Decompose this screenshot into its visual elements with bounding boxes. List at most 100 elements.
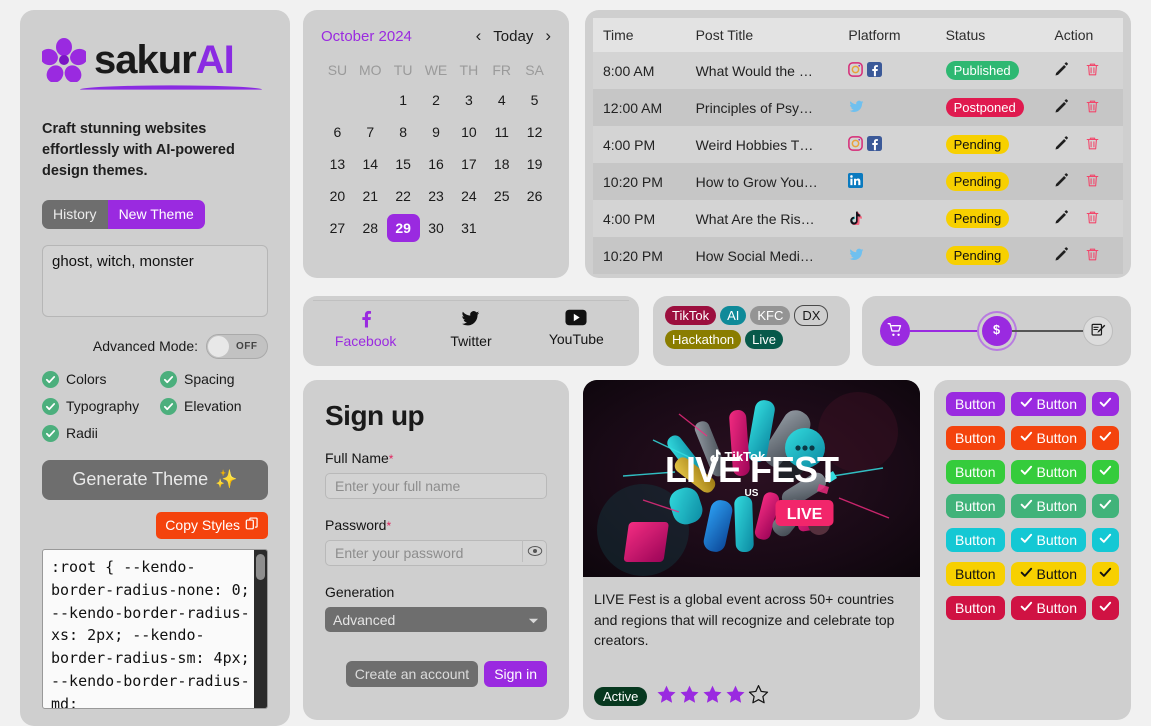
variant-icon-text-button[interactable]: Button <box>1010 528 1086 552</box>
star-filled-icon[interactable] <box>679 684 700 708</box>
chip-live[interactable]: Live <box>745 330 784 349</box>
variant-icon-button[interactable] <box>1091 596 1119 620</box>
calendar-day[interactable]: 11 <box>485 118 518 146</box>
table-row[interactable]: 8:00 AM What Would the … Published <box>593 52 1123 89</box>
tab-twitter[interactable]: Twitter <box>418 309 523 366</box>
next-month-icon[interactable]: › <box>545 26 551 46</box>
calendar-day[interactable]: 4 <box>485 86 518 114</box>
variant-text-button[interactable]: Button <box>946 528 1005 552</box>
variant-text-button[interactable]: Button <box>946 562 1005 586</box>
step-cart[interactable] <box>880 316 910 346</box>
calendar-day[interactable]: 13 <box>321 150 354 178</box>
variant-icon-text-button[interactable]: Button <box>1010 426 1086 450</box>
calendar-day[interactable]: 22 <box>387 182 420 210</box>
variant-text-button[interactable]: Button <box>946 460 1005 484</box>
option-spacing[interactable]: Spacing <box>160 370 268 388</box>
delete-trash-icon[interactable] <box>1085 210 1100 228</box>
variant-text-button[interactable]: Button <box>946 494 1005 518</box>
calendar-day[interactable]: 19 <box>518 150 551 178</box>
variant-icon-text-button[interactable]: Button <box>1010 596 1086 620</box>
option-colors[interactable]: Colors <box>42 370 160 388</box>
calendar-day[interactable]: 10 <box>452 118 485 146</box>
calendar-day[interactable]: 18 <box>485 150 518 178</box>
step-review[interactable] <box>1083 316 1113 346</box>
full-name-input[interactable] <box>325 473 547 499</box>
step-payment[interactable]: $ <box>981 316 1012 346</box>
table-row[interactable]: 10:20 PM How Social Medi… Pending <box>593 237 1123 274</box>
option-radii[interactable]: Radii <box>42 424 160 442</box>
code-scrollbar-thumb[interactable] <box>256 553 265 580</box>
delete-trash-icon[interactable] <box>1085 136 1100 154</box>
today-button[interactable]: Today <box>493 28 533 45</box>
edit-pencil-icon[interactable] <box>1054 246 1069 265</box>
edit-pencil-icon[interactable] <box>1054 172 1069 191</box>
option-typography[interactable]: Typography <box>42 397 160 415</box>
calendar-day[interactable]: 30 <box>420 214 453 242</box>
delete-trash-icon[interactable] <box>1085 247 1100 265</box>
calendar-day[interactable]: 3 <box>452 86 485 114</box>
table-row[interactable]: 10:20 PM How to Grow You… Pending <box>593 163 1123 200</box>
calendar-day[interactable]: 25 <box>485 182 518 210</box>
calendar-day[interactable]: 28 <box>354 214 387 242</box>
chip-kfc[interactable]: KFC <box>750 306 791 325</box>
calendar-day[interactable]: 16 <box>420 150 453 178</box>
chip-ai[interactable]: AI <box>720 306 747 325</box>
history-tab[interactable]: History <box>42 200 108 229</box>
calendar-day[interactable]: 14 <box>354 150 387 178</box>
calendar-day[interactable]: 24 <box>452 182 485 210</box>
toggle-password-visibility-icon[interactable] <box>522 540 546 562</box>
tab-youtube[interactable]: YouTube <box>524 309 629 366</box>
calendar-day[interactable]: 9 <box>420 118 453 146</box>
star-empty-icon[interactable] <box>748 684 769 708</box>
table-row[interactable]: 12:00 AM Principles of Psy… Postponed <box>593 89 1123 126</box>
variant-icon-button[interactable] <box>1091 460 1119 484</box>
new-theme-tab[interactable]: New Theme <box>107 200 205 229</box>
generated-css-output[interactable]: :root { --kendo-border-radius-none: 0; -… <box>42 548 268 709</box>
delete-trash-icon[interactable] <box>1085 99 1100 117</box>
rating-stars[interactable] <box>656 684 769 708</box>
variant-icon-button[interactable] <box>1091 426 1119 450</box>
theme-mode-segmented-control[interactable]: History New Theme <box>42 200 205 229</box>
edit-pencil-icon[interactable] <box>1054 135 1069 154</box>
calendar-day[interactable]: 7 <box>354 118 387 146</box>
chip-tiktok[interactable]: TikTok <box>665 306 717 325</box>
edit-pencil-icon[interactable] <box>1054 98 1069 117</box>
edit-pencil-icon[interactable] <box>1054 209 1069 228</box>
calendar-day[interactable]: 15 <box>387 150 420 178</box>
variant-icon-button[interactable] <box>1091 392 1119 416</box>
edit-pencil-icon[interactable] <box>1054 61 1069 80</box>
star-filled-icon[interactable] <box>656 684 677 708</box>
calendar-day[interactable]: 12 <box>518 118 551 146</box>
tab-facebook[interactable]: Facebook <box>313 309 418 366</box>
calendar-day-selected[interactable]: 29 <box>386 214 420 242</box>
table-row[interactable]: 4:00 PM Weird Hobbies T… Pending <box>593 126 1123 163</box>
option-elevation[interactable]: Elevation <box>160 397 268 415</box>
calendar-day[interactable]: 1 <box>387 86 420 114</box>
variant-icon-button[interactable] <box>1091 562 1119 586</box>
delete-trash-icon[interactable] <box>1085 173 1100 191</box>
calendar-day[interactable]: 31 <box>452 214 485 242</box>
chip-hackathon[interactable]: Hackathon <box>665 330 742 349</box>
calendar-day[interactable]: 2 <box>420 86 453 114</box>
calendar-day[interactable]: 26 <box>518 182 551 210</box>
chip-dx[interactable]: DX <box>794 305 829 326</box>
calendar-day[interactable]: 5 <box>518 86 551 114</box>
copy-styles-button[interactable]: Copy Styles <box>156 511 268 539</box>
calendar-day[interactable]: 17 <box>452 150 485 178</box>
variant-text-button[interactable]: Button <box>946 392 1005 416</box>
code-scrollbar-track[interactable] <box>254 549 267 708</box>
calendar-day[interactable]: 21 <box>354 182 387 210</box>
calendar-day[interactable]: 20 <box>321 182 354 210</box>
calendar-day[interactable]: 6 <box>321 118 354 146</box>
sign-in-button[interactable]: Sign in <box>484 661 547 687</box>
variant-icon-button[interactable] <box>1091 528 1119 552</box>
calendar-month-label[interactable]: October 2024 <box>321 28 412 45</box>
calendar-day[interactable]: 27 <box>321 214 354 242</box>
delete-trash-icon[interactable] <box>1085 62 1100 80</box>
generate-theme-button[interactable]: Generate Theme ✨ <box>42 459 268 500</box>
theme-prompt-textarea[interactable] <box>42 244 268 317</box>
advanced-mode-toggle[interactable]: OFF <box>206 333 268 359</box>
variant-icon-button[interactable] <box>1091 494 1119 518</box>
star-filled-icon[interactable] <box>702 684 723 708</box>
table-row[interactable]: 4:00 PM What Are the Ris… Pending <box>593 200 1123 237</box>
